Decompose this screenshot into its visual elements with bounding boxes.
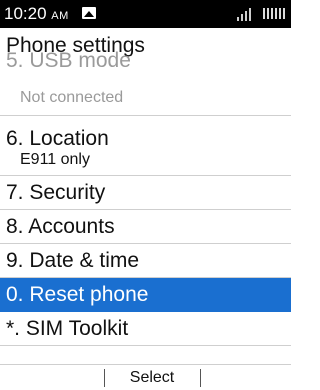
clock-time: 10:20 (4, 4, 47, 23)
menu-item-label: 6. Location (6, 127, 109, 150)
image-notification-icon (82, 7, 96, 19)
clock-ampm: AM (51, 10, 69, 22)
clock: 10:20 AM (4, 4, 69, 26)
menu-item-label: *. SIM Toolkit (6, 317, 129, 340)
softkey-divider (200, 369, 201, 387)
menu-item-label: 8. Accounts (6, 215, 115, 238)
menu-item-date-time[interactable]: 9. Date & time (0, 244, 291, 278)
signal-icon (237, 7, 257, 21)
menu-item-location[interactable]: 6. Location E911 only (0, 116, 291, 176)
menu-item-sim-toolkit[interactable]: *. SIM Toolkit (0, 312, 291, 346)
menu-item-label: 0. Reset phone (6, 283, 149, 306)
softkey-select[interactable]: Select (104, 369, 200, 387)
menu-item-accounts[interactable]: 8. Accounts (0, 210, 291, 244)
menu-item-security[interactable]: 7. Security (0, 176, 291, 210)
status-bar: 10:20 AM (0, 0, 291, 28)
battery-icon (263, 6, 287, 20)
menu-item-label: 9. Date & time (6, 249, 140, 272)
softkey-bar: Select (0, 364, 291, 390)
menu-item-sublabel: Not connected (20, 89, 124, 106)
menu-item-usb-mode[interactable]: 5. USB mode Not connected (0, 49, 291, 116)
menu-item-label: 7. Security (6, 181, 106, 204)
settings-menu: 5. USB mode Not connected 6. Location E9… (0, 49, 291, 346)
menu-item-label: 5. USB mode (6, 49, 131, 72)
menu-item-reset-phone[interactable]: 0. Reset phone (0, 278, 291, 312)
menu-item-sublabel: E911 only (20, 151, 90, 168)
